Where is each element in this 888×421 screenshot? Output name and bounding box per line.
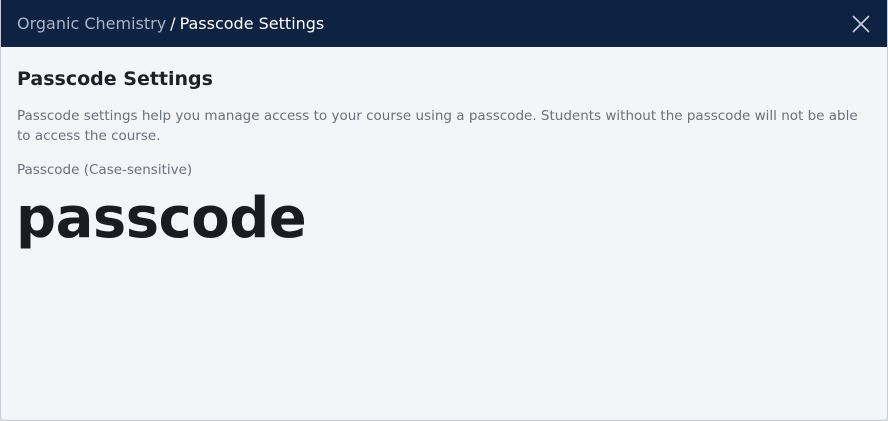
description-text: Passcode settings help you manage access…: [17, 108, 858, 144]
passcode-label: Passcode (Case-sensitive): [17, 162, 193, 178]
breadcrumb: Organic Chemistry / Passcode Settings: [17, 13, 324, 35]
dialog-header: Organic Chemistry / Passcode Settings: [1, 0, 887, 47]
breadcrumb-separator: /: [170, 14, 176, 33]
close-button[interactable]: [845, 8, 877, 40]
passcode-settings-dialog: Organic Chemistry / Passcode Settings Pass…: [0, 0, 888, 421]
breadcrumb-course[interactable]: Organic Chemistry: [17, 14, 166, 33]
passcode-value: passcode: [16, 186, 307, 251]
breadcrumb-current: Passcode Settings: [179, 14, 325, 33]
dialog-body: Passcode Settings Passcode settings help…: [16, 47, 873, 251]
page-title: Passcode Settings: [17, 68, 213, 90]
close-icon: [852, 15, 870, 33]
